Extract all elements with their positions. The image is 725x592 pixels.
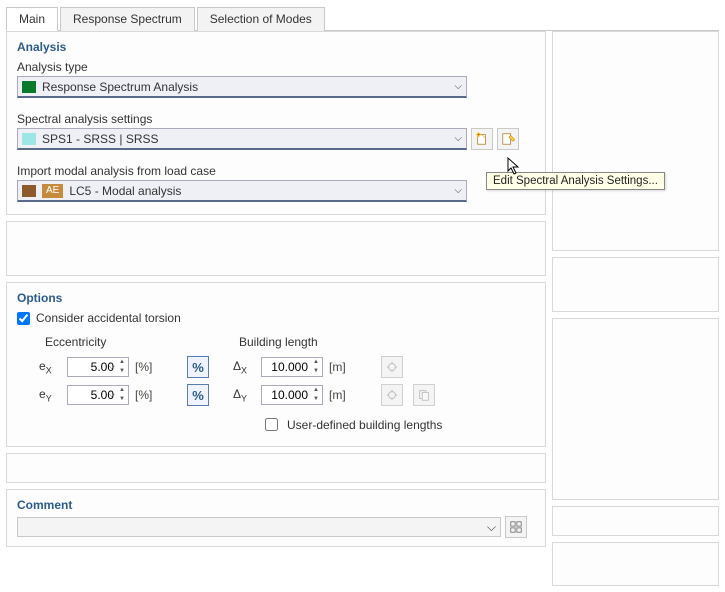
comment-dropdown[interactable]: ⌵ bbox=[17, 517, 501, 537]
empty-panel bbox=[6, 453, 546, 483]
ex-unit: [%] bbox=[135, 360, 163, 374]
chevron-down-icon: ⌵ bbox=[109, 362, 115, 372]
color-swatch-icon bbox=[22, 81, 36, 93]
analysis-title: Analysis bbox=[17, 40, 535, 54]
spin-up-icon[interactable]: ▲ bbox=[310, 358, 322, 367]
analysis-type-label: Analysis type bbox=[17, 60, 535, 74]
color-swatch-icon bbox=[22, 133, 36, 145]
analysis-panel: Analysis Analysis type Response Spectrum… bbox=[6, 31, 546, 215]
user-defined-lengths-checkbox[interactable] bbox=[265, 418, 278, 431]
spectral-settings-label: Spectral analysis settings bbox=[17, 112, 535, 126]
chevron-down-icon: ⌵ bbox=[454, 81, 462, 92]
eccentricity-group: Eccentricity eX ⌵ ▲▼ [%] % eY bbox=[39, 335, 209, 434]
spin-up-icon[interactable]: ▲ bbox=[116, 386, 128, 395]
color-swatch-icon bbox=[22, 185, 36, 197]
accidental-torsion-label: Consider accidental torsion bbox=[36, 311, 181, 325]
dx-unit: [m] bbox=[329, 360, 357, 374]
eccentricity-header: Eccentricity bbox=[39, 335, 209, 349]
building-length-group: Building length ΔX ▲▼ [m] bbox=[233, 335, 442, 434]
chevron-down-icon: ⌵ bbox=[109, 390, 115, 400]
comment-grid-button[interactable] bbox=[505, 516, 527, 538]
ey-label: eY bbox=[39, 387, 61, 403]
edit-spectral-settings-button[interactable] bbox=[497, 128, 519, 150]
comment-title: Comment bbox=[17, 498, 535, 512]
tab-response-spectrum[interactable]: Response Spectrum bbox=[60, 7, 195, 31]
options-panel: Options Consider accidental torsion Ecce… bbox=[6, 282, 546, 447]
ex-label: eX bbox=[39, 359, 61, 375]
import-modal-value: LC5 - Modal analysis bbox=[69, 184, 454, 198]
spin-down-icon[interactable]: ▼ bbox=[310, 367, 322, 376]
spin-up-icon[interactable]: ▲ bbox=[310, 386, 322, 395]
chevron-down-icon: ⌵ bbox=[454, 133, 462, 144]
tooltip: Edit Spectral Analysis Settings... bbox=[486, 172, 665, 190]
tab-main[interactable]: Main bbox=[6, 7, 58, 31]
right-panel-4 bbox=[552, 506, 719, 536]
spectral-settings-dropdown[interactable]: SPS1 - SRSS | SRSS ⌵ bbox=[17, 128, 467, 150]
copy-button[interactable] bbox=[413, 384, 435, 406]
options-title: Options bbox=[17, 291, 535, 305]
ex-percent-button[interactable]: % bbox=[187, 356, 209, 378]
spin-up-icon[interactable]: ▲ bbox=[116, 358, 128, 367]
dy-pick-button[interactable] bbox=[381, 384, 403, 406]
dx-label: ΔX bbox=[233, 359, 255, 375]
grid-icon bbox=[509, 520, 523, 534]
right-panel-3 bbox=[552, 318, 719, 500]
comment-panel: Comment ⌵ bbox=[6, 489, 546, 547]
import-modal-dropdown[interactable]: AE LC5 - Modal analysis ⌵ bbox=[17, 180, 467, 202]
import-modal-label: Import modal analysis from load case bbox=[17, 164, 535, 178]
right-panel-5 bbox=[552, 542, 719, 586]
right-panel-2 bbox=[552, 257, 719, 312]
analysis-type-dropdown[interactable]: Response Spectrum Analysis ⌵ bbox=[17, 76, 467, 98]
target-icon bbox=[385, 360, 399, 374]
new-file-icon bbox=[475, 132, 489, 146]
chevron-down-icon: ⌵ bbox=[454, 185, 462, 196]
tab-selection-of-modes[interactable]: Selection of Modes bbox=[197, 7, 325, 31]
dy-unit: [m] bbox=[329, 388, 357, 402]
dy-label: ΔY bbox=[233, 387, 255, 403]
edit-file-icon bbox=[501, 132, 515, 146]
chevron-down-icon: ⌵ bbox=[487, 520, 496, 535]
analysis-type-value: Response Spectrum Analysis bbox=[42, 80, 454, 94]
accidental-torsion-checkbox[interactable] bbox=[17, 312, 30, 325]
dx-pick-button[interactable] bbox=[381, 356, 403, 378]
empty-panel bbox=[6, 221, 546, 276]
building-length-header: Building length bbox=[233, 335, 442, 349]
tab-bar: Main Response Spectrum Selection of Mode… bbox=[6, 6, 719, 31]
user-defined-lengths-label: User-defined building lengths bbox=[287, 418, 442, 432]
load-case-tag: AE bbox=[42, 184, 63, 198]
spin-down-icon[interactable]: ▼ bbox=[116, 395, 128, 404]
spin-down-icon[interactable]: ▼ bbox=[116, 367, 128, 376]
right-panel-1 bbox=[552, 31, 719, 251]
spectral-settings-value: SPS1 - SRSS | SRSS bbox=[42, 132, 454, 146]
ey-unit: [%] bbox=[135, 388, 163, 402]
spin-down-icon[interactable]: ▼ bbox=[310, 395, 322, 404]
ey-percent-button[interactable]: % bbox=[187, 384, 209, 406]
copy-icon bbox=[417, 388, 431, 402]
new-spectral-settings-button[interactable] bbox=[471, 128, 493, 150]
target-icon bbox=[385, 388, 399, 402]
